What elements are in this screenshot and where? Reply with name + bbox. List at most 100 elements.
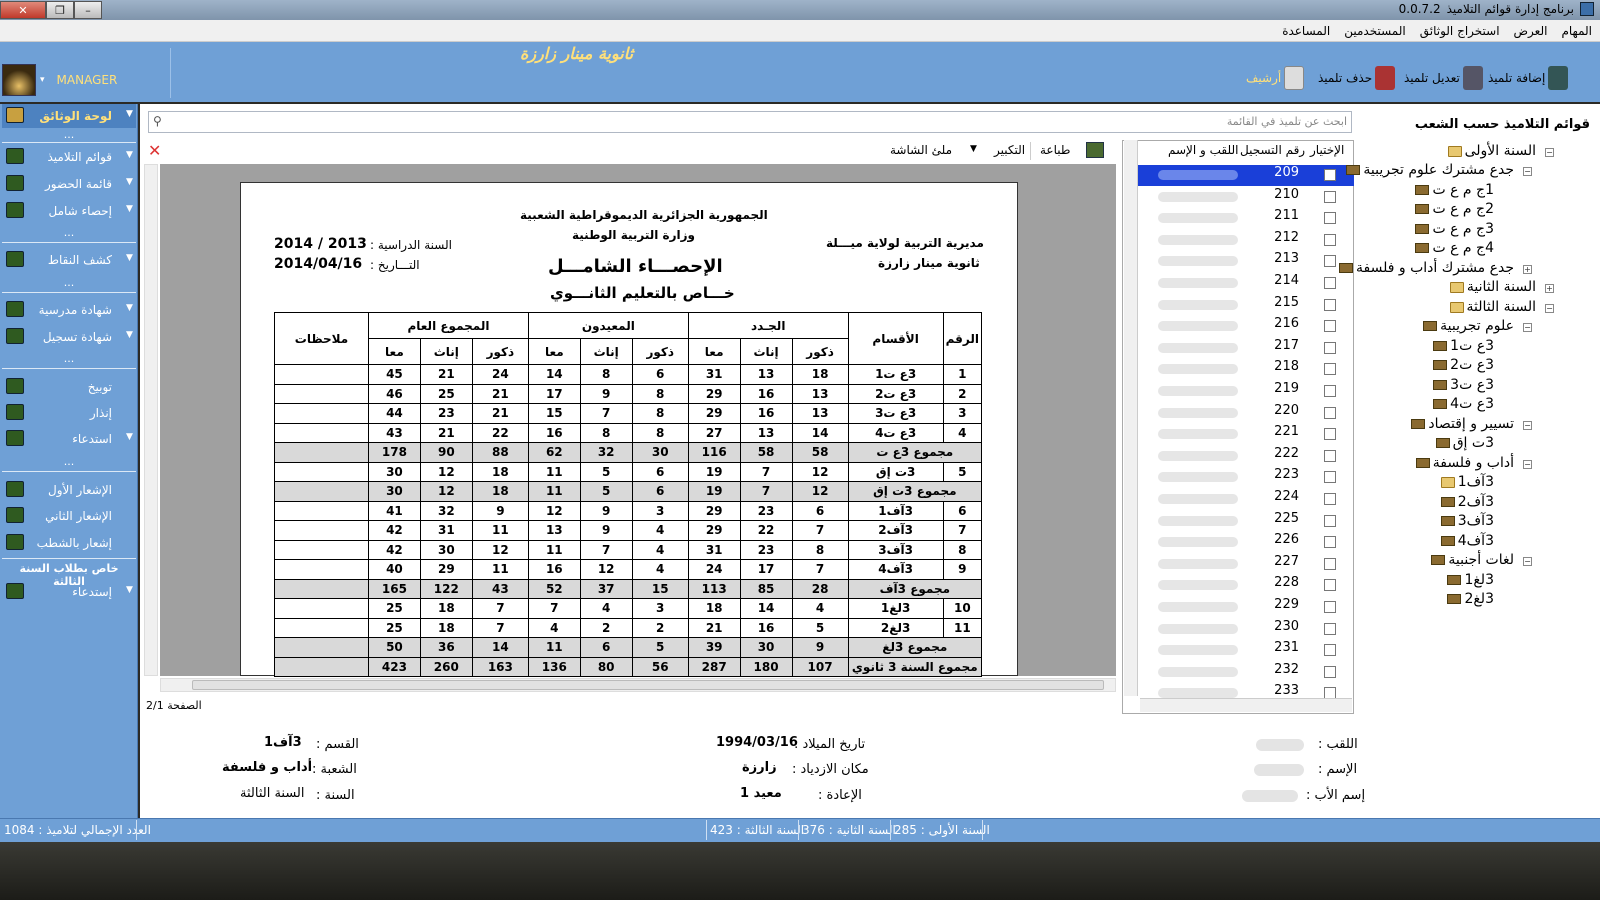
menu-view[interactable]: العرض	[1514, 24, 1548, 38]
tree-node[interactable]: تسيير و إقتصاد	[1411, 416, 1514, 432]
tree-node[interactable]: 3لغ2	[1447, 591, 1494, 607]
tree-node[interactable]: أداب و فلسفة	[1415, 455, 1514, 471]
list-item[interactable]: 217	[1138, 338, 1354, 359]
tree-node[interactable]: 3لغ1	[1447, 572, 1494, 588]
sidebar-item-grades[interactable]: كشف النقاط ▼	[2, 248, 136, 272]
list-item[interactable]: 218	[1138, 359, 1354, 380]
tree-node[interactable]: 3ع ت3	[1433, 377, 1494, 393]
tree-node[interactable]: السنة الثانية	[1449, 279, 1536, 295]
grid-col-reg[interactable]: رقم التسجيل	[1240, 143, 1305, 157]
select-checkbox[interactable]	[1324, 428, 1336, 441]
list-item[interactable]: 220	[1138, 403, 1354, 424]
zoom-dropdown-chevron-down-icon[interactable]: ▼	[970, 144, 977, 154]
print-button[interactable]: طباعة	[1040, 143, 1070, 157]
menu-help[interactable]: المساعدة	[1282, 24, 1330, 38]
list-item[interactable]: 211	[1138, 208, 1354, 229]
sidebar-item-removal-notice[interactable]: إشعار بالشطب	[2, 531, 136, 555]
tree-node[interactable]: السنة الثالثة	[1449, 299, 1536, 315]
edit-student-button[interactable]: تعديل تلميذ	[1404, 66, 1483, 90]
select-checkbox[interactable]	[1324, 385, 1336, 397]
select-checkbox[interactable]	[1324, 644, 1336, 657]
menu-tasks[interactable]: المهام	[1561, 24, 1592, 38]
sidebar-item-attendance[interactable]: قائمة الحضور ▼	[2, 172, 136, 196]
sidebar-item-reprimand[interactable]: توبيخ	[2, 375, 136, 399]
select-checkbox[interactable]	[1324, 471, 1336, 484]
select-checkbox[interactable]	[1324, 277, 1336, 289]
close-icon[interactable]: ✕	[148, 141, 161, 160]
list-item[interactable]: 231	[1138, 640, 1354, 661]
tree-node[interactable]: 1ج م ع ت	[1415, 182, 1494, 198]
grid-col-choose[interactable]: الإختيار	[1310, 143, 1344, 157]
list-item[interactable]: 233	[1138, 683, 1354, 700]
select-checkbox[interactable]	[1324, 449, 1336, 462]
preview-vertical-scrollbar[interactable]	[144, 164, 158, 676]
select-checkbox[interactable]	[1324, 169, 1336, 181]
scrollbar-thumb[interactable]	[192, 680, 1104, 690]
collapse-icon[interactable]: −	[1523, 460, 1532, 469]
list-item[interactable]: 219	[1138, 381, 1354, 402]
select-checkbox[interactable]	[1324, 363, 1336, 376]
add-student-button[interactable]: إضافة تلميذ	[1488, 66, 1569, 90]
search-input[interactable]: ابحث عن تلميذ في القائمة ⚲	[148, 111, 1352, 133]
grid-vertical-scrollbar[interactable]	[1124, 140, 1138, 696]
grid-horizontal-scrollbar[interactable]	[1140, 698, 1352, 712]
tree-node[interactable]: جدع مشترك علوم تجريبية	[1346, 162, 1514, 178]
tree-node[interactable]: 4ج م ع ت	[1415, 240, 1494, 256]
select-checkbox[interactable]	[1324, 190, 1336, 203]
tree-node[interactable]: لغات أجنبية	[1431, 552, 1514, 568]
select-checkbox[interactable]	[1324, 601, 1336, 613]
tree-node[interactable]: 3ت إق	[1435, 435, 1494, 451]
select-checkbox[interactable]	[1324, 665, 1336, 678]
list-item[interactable]: 224	[1138, 489, 1354, 510]
collapse-icon[interactable]: −	[1545, 148, 1554, 157]
collapse-icon[interactable]: −	[1545, 304, 1554, 313]
chevron-down-icon[interactable]: ▾	[40, 75, 45, 85]
menu-users[interactable]: المستخدمين	[1344, 24, 1405, 38]
tree-node[interactable]: 3ع ت4	[1433, 396, 1494, 412]
sidebar-item-statistics[interactable]: إحصاء شامل ▼	[2, 199, 136, 223]
list-item[interactable]: 226	[1138, 532, 1354, 553]
list-item[interactable]: 228	[1138, 575, 1354, 596]
collapse-icon[interactable]: −	[1523, 557, 1532, 566]
select-checkbox[interactable]	[1324, 622, 1336, 635]
menu-extract-docs[interactable]: استخراج الوثائق	[1420, 24, 1500, 38]
list-item[interactable]: 209	[1138, 165, 1354, 186]
list-item[interactable]: 227	[1138, 554, 1354, 575]
tree-node[interactable]: 3آف1	[1440, 474, 1494, 490]
tree-node[interactable]: السنة الأولى	[1447, 143, 1536, 159]
sidebar-item-student-lists[interactable]: قوائم التلاميذ ▼	[2, 145, 136, 169]
list-item[interactable]: 214	[1138, 273, 1354, 294]
list-item[interactable]: 229	[1138, 597, 1354, 618]
maximize-icon[interactable]: ❐	[46, 1, 74, 19]
sidebar-item-first-notice[interactable]: الإشعار الأول	[2, 478, 136, 502]
tree-node[interactable]: 3ج م ع ت	[1415, 221, 1494, 237]
select-checkbox[interactable]	[1324, 233, 1336, 246]
select-checkbox[interactable]	[1324, 298, 1336, 311]
delete-student-button[interactable]: حذف تلميذ	[1318, 66, 1396, 90]
sidebar-item-school-certificate[interactable]: شهادة مدرسية ▼	[2, 298, 136, 322]
tree-node[interactable]: 3ع ت1	[1433, 338, 1494, 354]
grid-col-name[interactable]: اللقب و الإسم	[1168, 143, 1238, 157]
tree-node[interactable]: 3آف4	[1440, 533, 1494, 549]
select-checkbox[interactable]	[1324, 255, 1336, 268]
select-checkbox[interactable]	[1324, 514, 1336, 527]
sidebar-item-second-notice[interactable]: الإشعار الثاني	[2, 504, 136, 528]
list-item[interactable]: 215	[1138, 295, 1354, 316]
expand-icon[interactable]: +	[1523, 265, 1532, 274]
printer-icon[interactable]	[1086, 142, 1104, 158]
collapse-icon[interactable]: −	[1523, 167, 1532, 176]
select-checkbox[interactable]	[1324, 579, 1336, 592]
tree-node[interactable]: 3آف3	[1440, 513, 1494, 529]
collapse-icon[interactable]: −	[1523, 421, 1532, 430]
tree-node[interactable]: 3ع ت2	[1433, 357, 1494, 373]
list-item[interactable]: 232	[1138, 662, 1354, 683]
search-icon[interactable]: ⚲	[153, 114, 162, 128]
expand-icon[interactable]: +	[1545, 284, 1554, 293]
select-checkbox[interactable]	[1324, 341, 1336, 354]
tree-node[interactable]: جدع مشترك أداب و فلسفة	[1339, 260, 1514, 276]
sidebar-item-registration-certificate[interactable]: شهادة تسجيل ▼	[2, 325, 136, 349]
select-checkbox[interactable]	[1324, 493, 1336, 505]
minimize-icon[interactable]: –	[74, 1, 102, 19]
list-item[interactable]: 223	[1138, 467, 1354, 488]
list-item[interactable]: 213	[1138, 251, 1354, 272]
